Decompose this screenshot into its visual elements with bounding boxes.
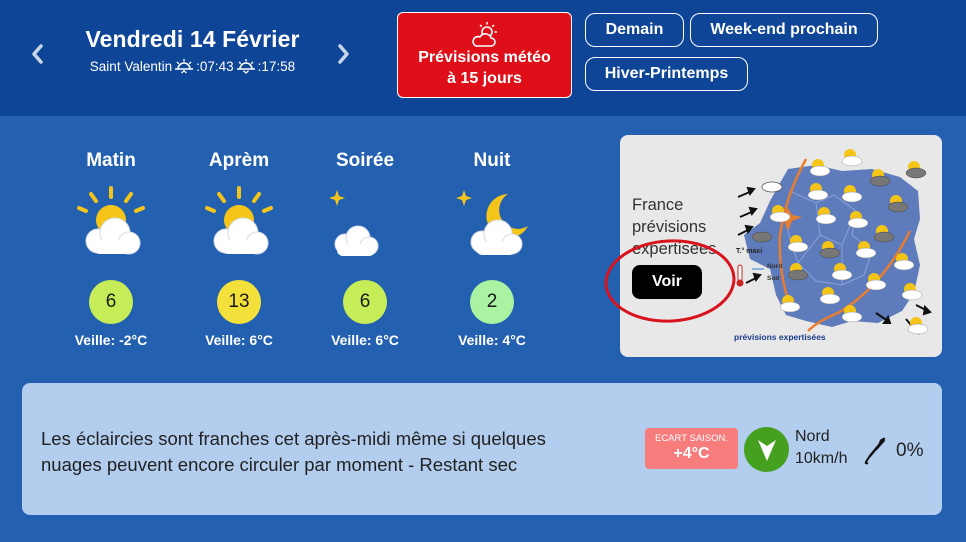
sunrise-icon bbox=[175, 59, 194, 74]
seasonal-deviation-badge: ECART SAISON. +4°C bbox=[645, 428, 738, 469]
temperature-badge: 6 bbox=[89, 280, 133, 324]
wind-direction: Nord bbox=[795, 428, 830, 445]
date-title: Vendredi 14 Février bbox=[85, 26, 300, 52]
tomorrow-link[interactable]: Demain bbox=[585, 13, 684, 47]
sun-times: Saint Valentin :07:43 :17:58 bbox=[60, 58, 325, 74]
seasonal-deviation-value: +4°C bbox=[673, 445, 710, 462]
header-bar: Vendredi 14 Février Saint Valentin :07:4… bbox=[0, 0, 966, 116]
temperature-badge: 13 bbox=[217, 280, 261, 324]
date-block: Vendredi 14 Février Saint Valentin :07:4… bbox=[60, 26, 325, 74]
sunset-icon bbox=[236, 59, 255, 74]
umbrella-icon bbox=[864, 437, 886, 465]
period-name: Soirée bbox=[335, 150, 395, 171]
next-day-arrow-icon[interactable] bbox=[333, 40, 355, 68]
period-afternoon: Aprèm 13 Veille: 6°C bbox=[184, 150, 294, 348]
sun-cloud-icon bbox=[205, 186, 273, 255]
moon-cloud-icon bbox=[329, 190, 397, 256]
map-legend-north: Nord bbox=[767, 263, 783, 270]
forecast-button-line2: à 15 jours bbox=[447, 70, 522, 87]
temperature-badge: 6 bbox=[343, 280, 387, 324]
period-evening: Soirée 6 Veille: 6°C bbox=[310, 150, 420, 348]
saint-of-day: Saint Valentin bbox=[89, 58, 173, 74]
seasonal-deviation-label: ECART SAISON. bbox=[654, 433, 729, 444]
summary-panel: Les éclaircies sont franches cet après-m… bbox=[22, 383, 942, 515]
rain-probability: 0% bbox=[896, 440, 924, 461]
annotation-circle bbox=[604, 239, 736, 323]
forecast-button-line1: Prévisions météo bbox=[418, 49, 551, 66]
moon-cloud-icon bbox=[456, 190, 528, 255]
previous-day-temp: Veille: 6°C bbox=[205, 332, 273, 348]
previous-day-temp: Veille: 4°C bbox=[458, 332, 526, 348]
sun-cloud-outline-icon bbox=[471, 22, 497, 47]
period-morning: Matin 6 Veille: -2°C bbox=[56, 150, 166, 348]
sun-cloud-icon bbox=[77, 186, 145, 255]
forecast-15-days-button[interactable]: Prévisions météo à 15 jours bbox=[397, 12, 572, 98]
wind-direction-icon bbox=[744, 427, 789, 472]
forecast-description: Les éclaircies sont franches cet après-m… bbox=[41, 428, 546, 475]
previous-day-arrow-icon[interactable] bbox=[26, 40, 48, 68]
temperature-badge: 2 bbox=[470, 280, 514, 324]
period-name: Nuit bbox=[473, 150, 511, 171]
map-caption: prévisions expertisées bbox=[734, 332, 826, 342]
next-weekend-link[interactable]: Week-end prochain bbox=[690, 13, 878, 47]
period-night: Nuit 2 Veille: 4°C bbox=[437, 150, 547, 348]
winter-spring-link[interactable]: Hiver-Printemps bbox=[585, 57, 748, 91]
sunrise-time: :07:43 bbox=[196, 58, 234, 74]
sunset-time: :17:58 bbox=[257, 58, 296, 74]
previous-day-temp: Veille: 6°C bbox=[331, 332, 399, 348]
period-name: Aprèm bbox=[208, 150, 270, 171]
period-name: Matin bbox=[86, 150, 136, 171]
wind-speed: 10km/h bbox=[795, 450, 848, 467]
map-legend-south: Sud bbox=[767, 275, 780, 282]
previous-day-temp: Veille: -2°C bbox=[74, 332, 148, 348]
